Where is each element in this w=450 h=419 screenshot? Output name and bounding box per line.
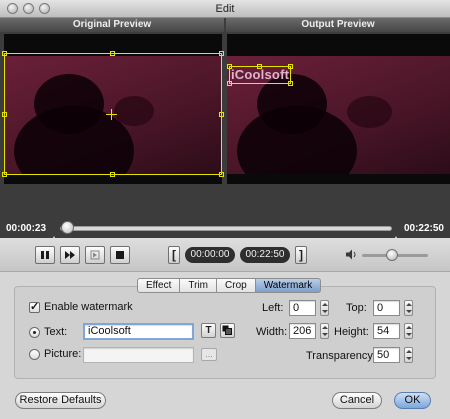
text-radio[interactable] xyxy=(29,327,40,338)
tab-trim[interactable]: Trim xyxy=(180,278,218,293)
stop-icon xyxy=(116,251,124,259)
total-time: 00:22:50 xyxy=(403,223,444,234)
ok-button[interactable]: OK xyxy=(394,392,431,409)
set-end-button[interactable]: ] xyxy=(295,246,307,264)
preview-area: Original Preview Output Preview iCoolsof… xyxy=(0,18,450,244)
playback-slider[interactable] xyxy=(60,226,392,231)
resize-handle[interactable] xyxy=(219,112,224,117)
resize-handle[interactable] xyxy=(2,112,7,117)
width-stepper[interactable] xyxy=(320,323,329,339)
playback-slider-knob[interactable] xyxy=(61,221,74,234)
current-time: 00:00:23 xyxy=(6,223,47,234)
edit-tabs: Effect Trim Crop Watermark xyxy=(137,278,322,293)
pause-button[interactable] xyxy=(35,246,55,264)
text-label: Text: xyxy=(44,326,68,338)
resize-handle[interactable] xyxy=(110,172,115,177)
font-button[interactable]: T xyxy=(201,323,216,338)
volume-icon xyxy=(346,249,356,260)
stop-button[interactable] xyxy=(110,246,130,264)
transparency-input[interactable]: 50 xyxy=(373,347,400,363)
resize-handle[interactable] xyxy=(110,51,115,56)
top-label: Top: xyxy=(346,302,367,314)
tab-crop[interactable]: Crop xyxy=(217,278,256,293)
left-label: Left: xyxy=(262,302,284,314)
picture-path-input[interactable] xyxy=(83,347,194,363)
next-frame-icon xyxy=(90,250,100,260)
smoke-shape xyxy=(347,96,392,128)
watermark-text-input[interactable]: iCoolsoft xyxy=(83,323,194,340)
color-button[interactable] xyxy=(220,323,235,338)
left-input[interactable]: 0 xyxy=(289,300,316,316)
resize-handle[interactable] xyxy=(219,172,224,177)
next-frame-button[interactable] xyxy=(85,246,105,264)
fast-forward-button[interactable] xyxy=(60,246,80,264)
enable-watermark-checkbox[interactable] xyxy=(29,300,40,313)
pause-icon xyxy=(41,251,49,259)
height-label: Height: xyxy=(334,326,369,338)
volume-slider-knob[interactable] xyxy=(386,249,398,261)
letterbox-bottom xyxy=(227,174,450,184)
left-stepper[interactable] xyxy=(320,300,329,316)
width-input[interactable]: 206 xyxy=(289,323,316,339)
output-video-frame xyxy=(227,34,450,184)
resize-handle[interactable] xyxy=(219,51,224,56)
set-start-button[interactable]: [ xyxy=(168,246,180,264)
figure-body xyxy=(237,106,357,184)
picture-radio[interactable] xyxy=(29,349,40,360)
end-time-field[interactable]: 00:22:50 xyxy=(240,247,290,263)
title-bar: Edit xyxy=(0,0,450,18)
resize-handle[interactable] xyxy=(2,172,7,177)
letterbox-top xyxy=(227,34,450,56)
edit-window: Edit Original Preview Output Preview iCo… xyxy=(0,0,450,419)
top-input[interactable]: 0 xyxy=(373,300,400,316)
width-label: Width: xyxy=(256,326,288,338)
height-input[interactable]: 54 xyxy=(373,323,400,339)
browse-picture-button[interactable]: ... xyxy=(201,348,217,361)
start-time-field[interactable]: 00:00:00 xyxy=(185,247,235,263)
picture-label: Picture: xyxy=(44,348,82,360)
original-preview-header: Original Preview xyxy=(0,18,224,32)
crosshair-icon xyxy=(111,109,112,120)
transparency-stepper[interactable] xyxy=(404,347,413,363)
playback-controls: [ 00:00:00 00:22:50 ] xyxy=(0,238,450,272)
tab-watermark[interactable]: Watermark xyxy=(255,278,322,293)
watermark-overlay-text: iCoolsoft xyxy=(231,67,290,82)
restore-defaults-button[interactable]: Restore Defaults xyxy=(15,392,106,409)
color-swatch-icon xyxy=(222,325,232,335)
enable-watermark-label: Enable watermark xyxy=(44,301,133,313)
tab-effect[interactable]: Effect xyxy=(137,278,181,293)
cancel-button[interactable]: Cancel xyxy=(332,392,382,409)
window-title: Edit xyxy=(215,3,235,15)
output-preview-header: Output Preview xyxy=(226,18,450,32)
resize-handle[interactable] xyxy=(2,51,7,56)
fast-forward-icon xyxy=(64,251,75,259)
top-stepper[interactable] xyxy=(404,300,413,316)
transparency-label: Transparency: xyxy=(306,350,376,362)
height-stepper[interactable] xyxy=(404,323,413,339)
